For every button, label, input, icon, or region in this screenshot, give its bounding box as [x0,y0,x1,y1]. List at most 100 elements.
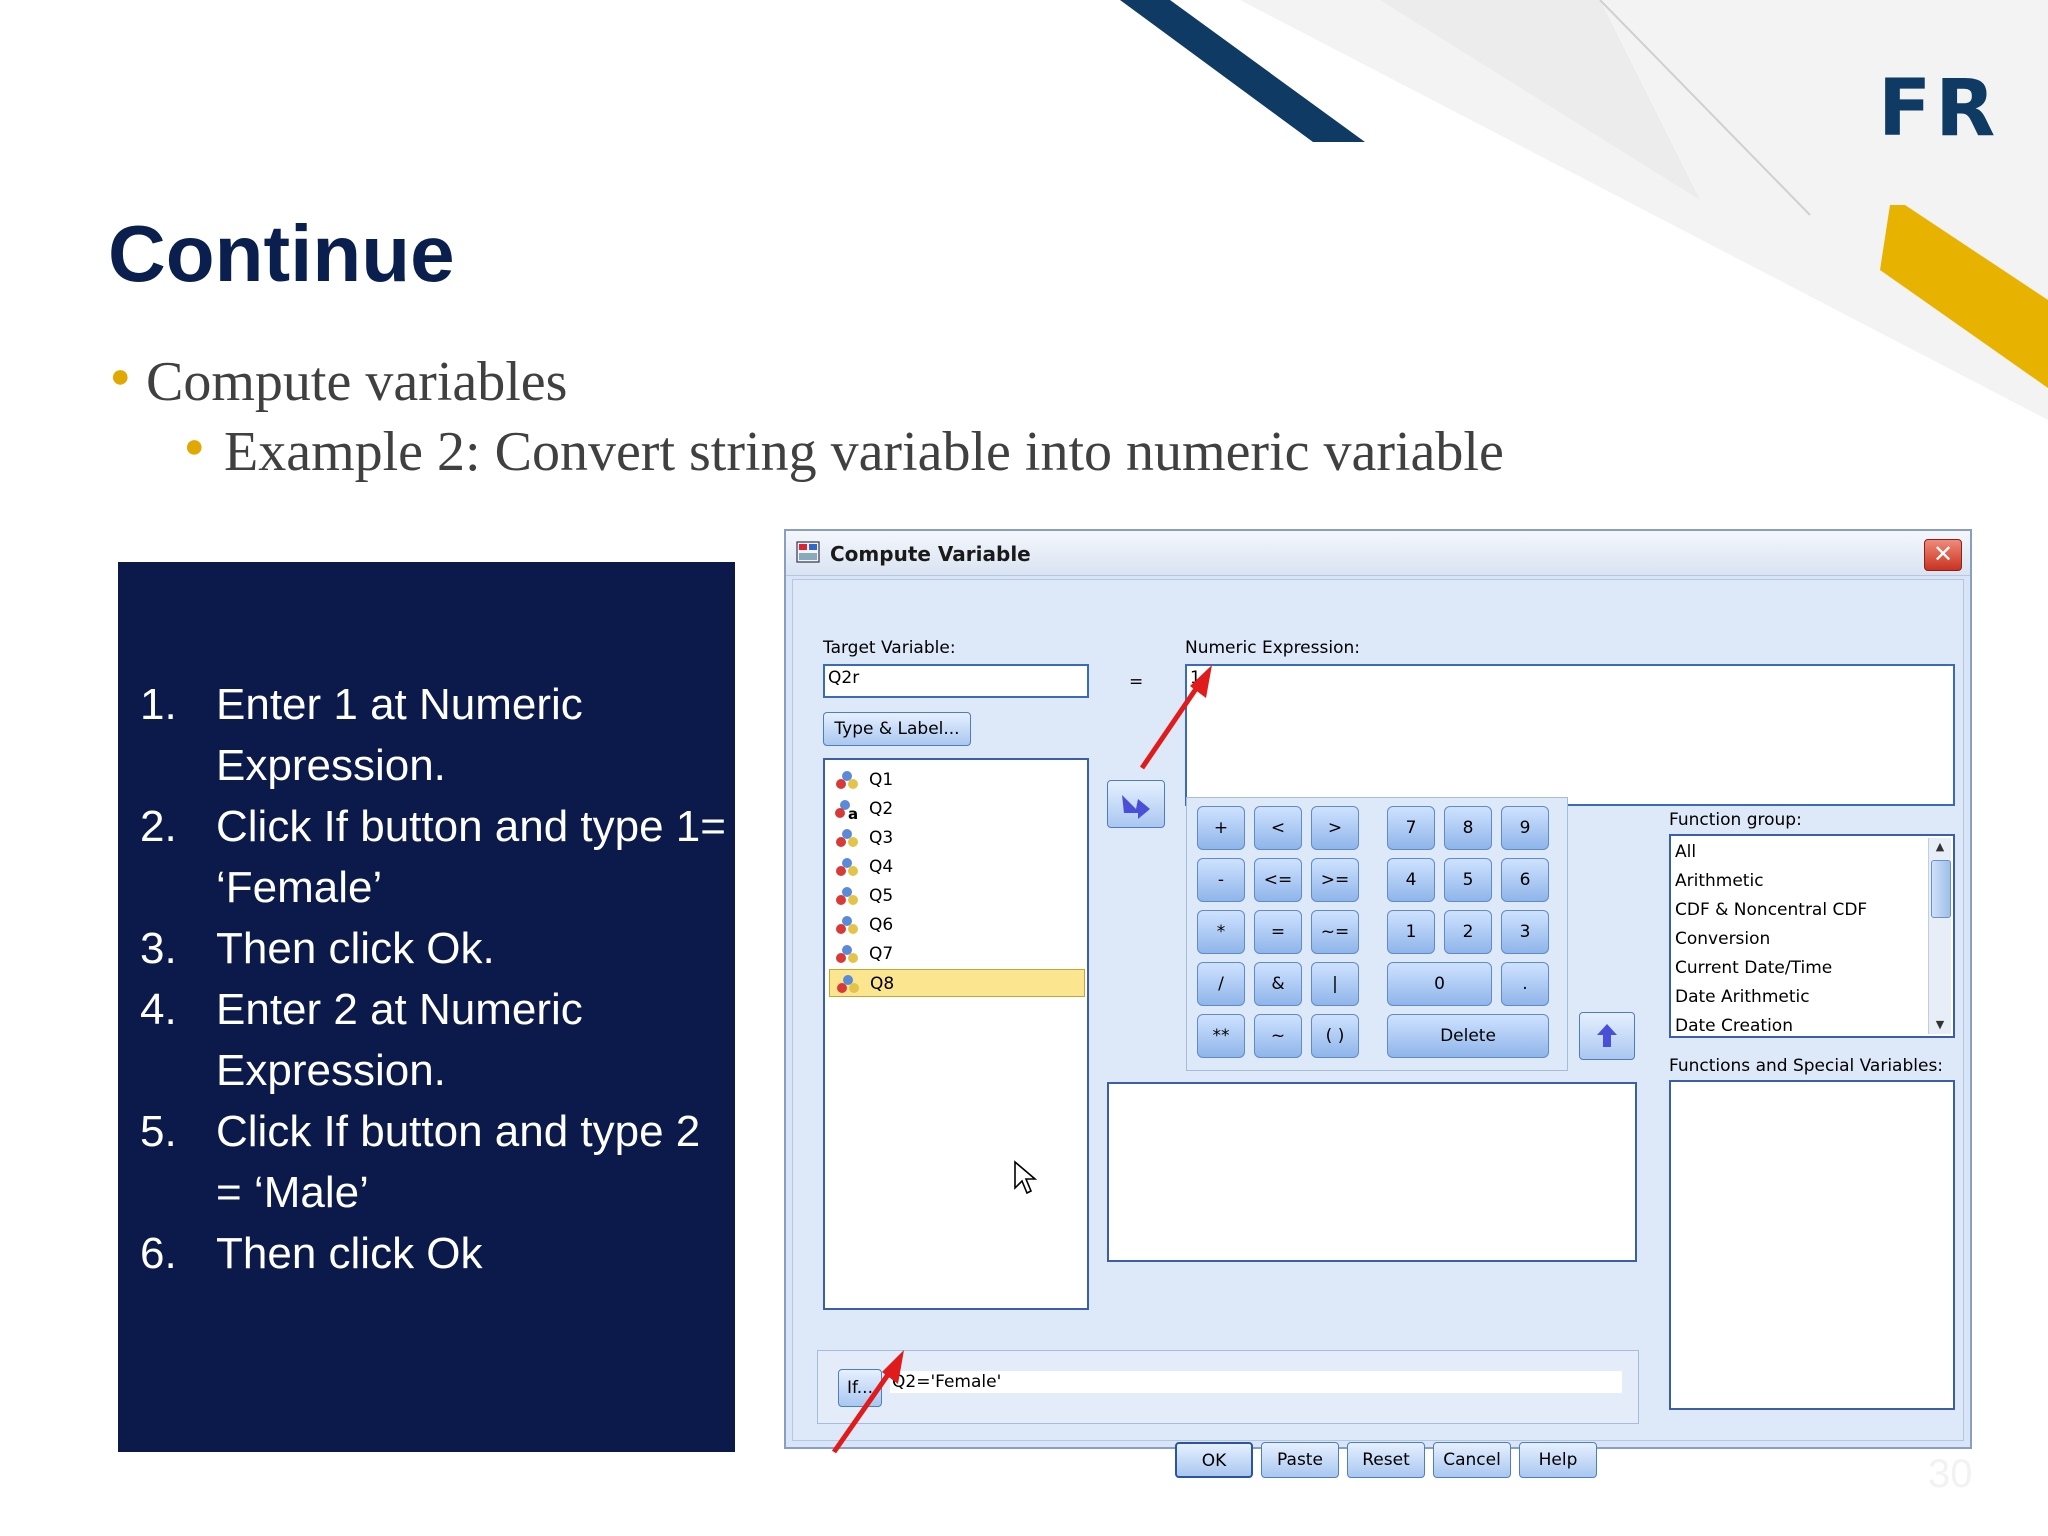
key-divide[interactable]: / [1197,962,1245,1006]
dialog-titlebar[interactable]: Compute Variable ✕ [786,531,1970,576]
list-item-variable-selected[interactable]: Q8 [829,969,1085,997]
dialog-title: Compute Variable [830,542,1031,566]
instruction-item: 6. Then click Ok [140,1223,730,1284]
instruction-number: 5. [140,1107,177,1156]
bullet-compute-variables: ● Compute variables [110,350,567,414]
instruction-text: Then click Ok. [216,924,495,973]
key-and[interactable]: & [1254,962,1302,1006]
key-greater-equal[interactable]: >= [1311,858,1359,902]
function-group-scrollbar[interactable]: ▲ ▼ [1928,838,1951,1034]
list-item-variable[interactable]: Q6 [829,911,1085,939]
key-minus[interactable]: - [1197,858,1245,902]
variable-name: Q4 [869,857,894,877]
page-number: 30 [1928,1452,1973,1496]
list-item-function-group[interactable]: CDF & Noncentral CDF [1675,896,1867,925]
scale-variable-icon [836,916,858,934]
calculator-keypad: + < > 7 8 9 - <= >= 4 5 6 * = ~= 1 2 3 /… [1186,797,1568,1071]
instruction-number: 3. [140,924,177,973]
key-equals[interactable]: = [1254,910,1302,954]
variable-list[interactable]: Q1 a Q2 Q3 Q4 Q5 Q6 Q7 Q8 [823,758,1089,1310]
insert-function-button[interactable] [1579,1012,1635,1060]
key-3[interactable]: 3 [1501,910,1549,954]
paste-button[interactable]: Paste [1261,1442,1339,1478]
key-not[interactable]: ~ [1254,1014,1302,1058]
delete-button[interactable]: Delete [1387,1014,1549,1058]
list-item-variable[interactable]: Q7 [829,940,1085,968]
type-label-button[interactable]: Type & Label... [823,712,971,746]
variable-name: Q5 [869,886,894,906]
scale-variable-icon [836,887,858,905]
scale-variable-icon [836,829,858,847]
key-decimal[interactable]: . [1501,962,1549,1006]
list-item-variable[interactable]: Q1 [829,766,1085,794]
move-to-expression-button[interactable] [1107,780,1165,828]
key-parentheses[interactable]: ( ) [1311,1014,1359,1058]
arrow-right-icon [1122,795,1150,819]
list-item-function-group[interactable]: Date Arithmetic [1675,983,1810,1012]
close-button[interactable]: ✕ [1924,539,1962,571]
key-plus[interactable]: + [1197,806,1245,850]
scale-variable-icon [836,858,858,876]
key-less-than[interactable]: < [1254,806,1302,850]
calculator-icon [796,541,820,563]
variable-name: Q2 [869,799,894,819]
key-2[interactable]: 2 [1444,910,1492,954]
key-or[interactable]: | [1311,962,1359,1006]
if-button[interactable]: If... [838,1369,882,1407]
list-item-variable[interactable]: a Q2 [829,795,1085,823]
bullet-dot-icon: ● [110,358,131,395]
if-condition-text: Q2='Female' [890,1371,1622,1393]
list-item-function-group[interactable]: Date Creation [1675,1012,1793,1036]
scroll-down-icon[interactable]: ▼ [1931,1016,1949,1034]
list-item-variable[interactable]: Q5 [829,882,1085,910]
key-1[interactable]: 1 [1387,910,1435,954]
key-greater-than[interactable]: > [1311,806,1359,850]
instruction-item: 3. Then click Ok. [140,918,730,979]
instruction-item: 2. Click If button and type 1= ‘Female’ [140,796,730,918]
bullet-text: Compute variables [146,351,568,413]
functions-list[interactable] [1669,1080,1955,1410]
key-0[interactable]: 0 [1387,962,1492,1006]
if-panel: If... Q2='Female' [817,1350,1639,1424]
variable-name: Q1 [869,770,894,790]
scale-variable-icon [836,945,858,963]
variable-name: Q6 [869,915,894,935]
function-group-list[interactable]: All Arithmetic CDF & Noncentral CDF Conv… [1669,834,1955,1038]
instruction-text: Enter 1 at Numeric Expression. [216,680,583,790]
key-8[interactable]: 8 [1444,806,1492,850]
string-variable-icon: a [835,800,858,820]
mouse-cursor-icon [1014,1160,1038,1195]
key-power[interactable]: ** [1197,1014,1245,1058]
list-item-function-group[interactable]: Arithmetic [1675,867,1764,896]
reset-button[interactable]: Reset [1347,1442,1425,1478]
numeric-expression-input[interactable]: 1 [1185,664,1955,806]
function-description-area [1107,1082,1637,1262]
list-item-function-group[interactable]: Current Date/Time [1675,954,1832,983]
key-multiply[interactable]: * [1197,910,1245,954]
bullet-text: Example 2: Convert string variable into … [224,421,1504,483]
arrow-up-icon [1597,1024,1617,1047]
target-variable-input[interactable]: Q2r [823,664,1089,698]
cancel-button[interactable]: Cancel [1433,1442,1511,1478]
key-less-equal[interactable]: <= [1254,858,1302,902]
numeric-expression-label: Numeric Expression: [1185,638,1360,658]
instruction-item: 1. Enter 1 at Numeric Expression. [140,674,730,796]
key-6[interactable]: 6 [1501,858,1549,902]
key-5[interactable]: 5 [1444,858,1492,902]
instruction-text: Click If button and type 2 = ‘Male’ [216,1107,701,1217]
slide-title: Continue [108,209,455,298]
ok-button[interactable]: OK [1175,1442,1253,1478]
scale-variable-icon [836,771,858,789]
help-button[interactable]: Help [1519,1442,1597,1478]
key-7[interactable]: 7 [1387,806,1435,850]
key-9[interactable]: 9 [1501,806,1549,850]
scrollbar-thumb[interactable] [1931,860,1951,918]
list-item-function-group[interactable]: All [1675,838,1696,867]
key-4[interactable]: 4 [1387,858,1435,902]
key-not-equal[interactable]: ~= [1311,910,1359,954]
instructions-panel: 1. Enter 1 at Numeric Expression. 2. Click… [118,562,735,1452]
list-item-variable[interactable]: Q3 [829,824,1085,852]
scroll-up-icon[interactable]: ▲ [1931,838,1949,856]
list-item-function-group[interactable]: Conversion [1675,925,1770,954]
list-item-variable[interactable]: Q4 [829,853,1085,881]
